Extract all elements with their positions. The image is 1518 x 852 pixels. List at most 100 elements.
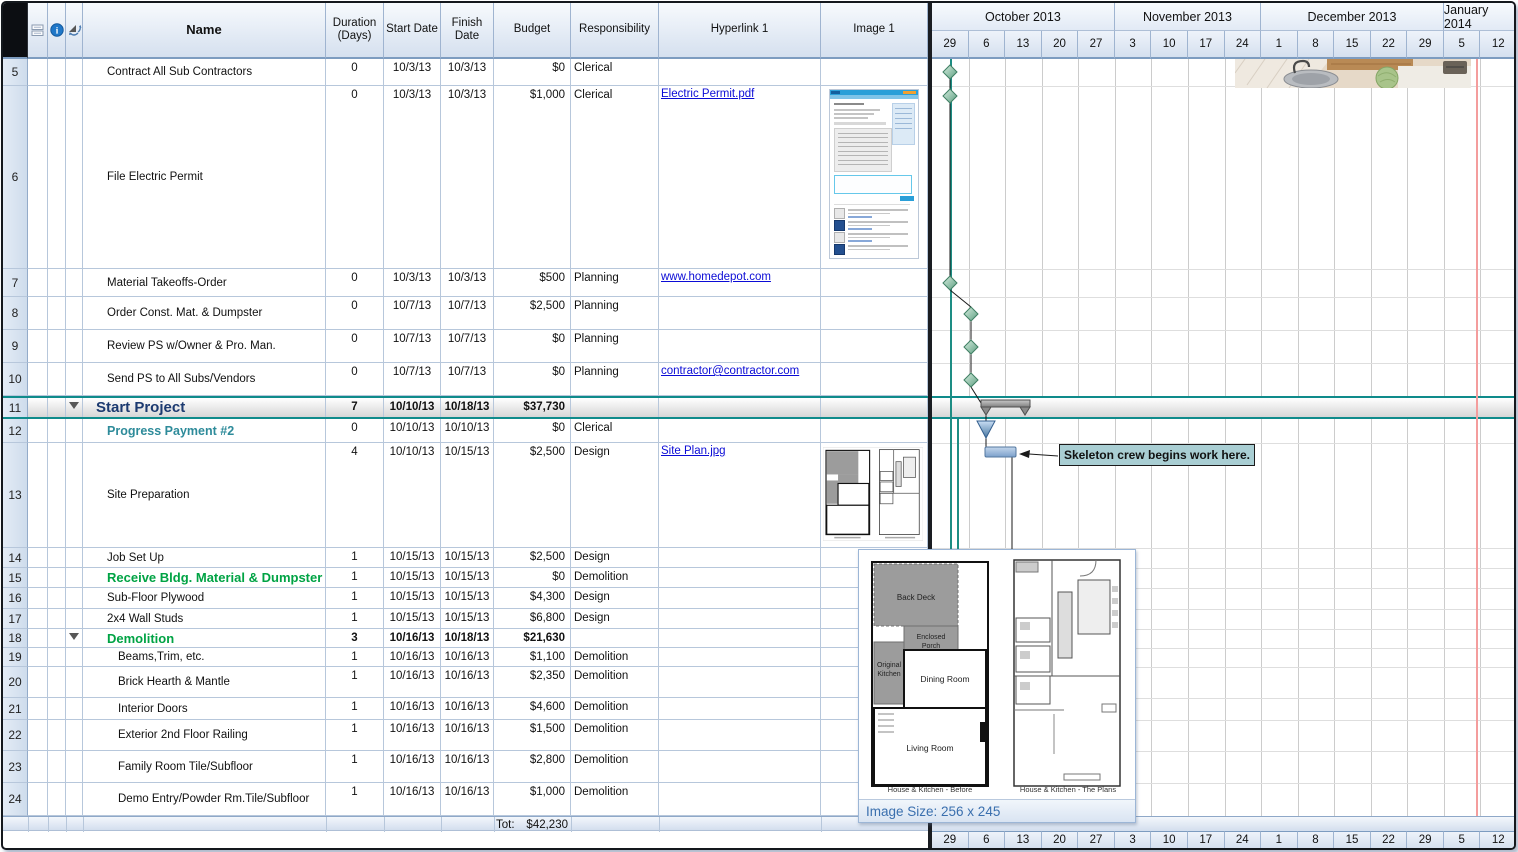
- hyperlink-cell[interactable]: Site Plan.jpg: [659, 443, 821, 548]
- column-header-budget[interactable]: Budget: [494, 3, 571, 59]
- duration-cell[interactable]: 4: [326, 443, 384, 548]
- responsibility-cell[interactable]: Planning: [571, 297, 659, 330]
- row-flag-cell[interactable]: [66, 698, 83, 720]
- responsibility-cell[interactable]: [571, 629, 659, 648]
- start-date-cell[interactable]: 10/15/13: [384, 568, 441, 588]
- milestone-diamonds[interactable]: [942, 64, 979, 388]
- column-header-duration[interactable]: Duration (Days): [326, 3, 384, 59]
- row-number[interactable]: 8: [3, 297, 28, 330]
- budget-cell[interactable]: $4,600: [494, 698, 571, 720]
- finish-date-cell[interactable]: 10/3/13: [441, 269, 494, 297]
- hyperlink-cell[interactable]: [659, 568, 821, 588]
- start-date-cell[interactable]: 10/7/13: [384, 363, 441, 396]
- finish-date-cell[interactable]: 10/15/13: [441, 548, 494, 568]
- collapse-triangle-icon[interactable]: [69, 633, 79, 640]
- hyperlink[interactable]: Electric Permit.pdf: [661, 88, 754, 100]
- duration-cell[interactable]: 1: [326, 751, 384, 783]
- task-name-cell[interactable]: Order Const. Mat. & Dumpster: [83, 297, 326, 330]
- notes-column-header[interactable]: [28, 3, 48, 59]
- milestone-diamond[interactable]: [963, 339, 979, 355]
- row-number[interactable]: 12: [3, 419, 28, 443]
- row-flag-cell[interactable]: [28, 398, 48, 417]
- finish-date-cell[interactable]: 10/16/13: [441, 751, 494, 783]
- hyperlink-cell[interactable]: [659, 720, 821, 751]
- hyperlink-cell[interactable]: [659, 588, 821, 609]
- hyperlink-cell[interactable]: [659, 698, 821, 720]
- finish-date-cell[interactable]: 10/16/13: [441, 648, 494, 667]
- row-flag-cell[interactable]: [66, 330, 83, 363]
- hyperlink-cell[interactable]: www.homedepot.com: [659, 269, 821, 297]
- hyperlink-cell[interactable]: [659, 548, 821, 568]
- finish-date-cell[interactable]: 10/16/13: [441, 720, 494, 751]
- row-flag-cell[interactable]: [66, 398, 83, 417]
- duration-cell[interactable]: 0: [326, 419, 384, 443]
- hyperlink-cell[interactable]: [659, 419, 821, 443]
- row-flag-cell[interactable]: [66, 443, 83, 548]
- row-number[interactable]: 13: [3, 443, 28, 548]
- image-cell[interactable]: [821, 419, 928, 443]
- hyperlink-cell[interactable]: [659, 751, 821, 783]
- row-flag-cell[interactable]: [66, 667, 83, 698]
- hyperlink-cell[interactable]: [659, 648, 821, 667]
- responsibility-cell[interactable]: Clerical: [571, 419, 659, 443]
- duration-cell[interactable]: 1: [326, 548, 384, 568]
- start-date-cell[interactable]: 10/15/13: [384, 588, 441, 609]
- duration-cell[interactable]: 0: [326, 86, 384, 269]
- responsibility-cell[interactable]: Planning: [571, 330, 659, 363]
- responsibility-cell[interactable]: Design: [571, 609, 659, 629]
- finish-date-cell[interactable]: 10/3/13: [441, 86, 494, 269]
- hyperlink[interactable]: Site Plan.jpg: [661, 445, 726, 457]
- row-number[interactable]: 14: [3, 548, 28, 568]
- finish-date-cell[interactable]: 10/16/13: [441, 783, 494, 816]
- milestone-diamond[interactable]: [942, 275, 958, 291]
- start-date-cell[interactable]: 10/16/13: [384, 629, 441, 648]
- row-number[interactable]: 21: [3, 698, 28, 720]
- finish-date-cell[interactable]: 10/15/13: [441, 443, 494, 548]
- duration-cell[interactable]: 3: [326, 629, 384, 648]
- responsibility-cell[interactable]: [571, 398, 659, 417]
- budget-cell[interactable]: $0: [494, 59, 571, 86]
- duration-cell[interactable]: 1: [326, 698, 384, 720]
- budget-cell[interactable]: $2,500: [494, 548, 571, 568]
- duration-cell[interactable]: 1: [326, 667, 384, 698]
- row-flag-cell[interactable]: [48, 568, 66, 588]
- duration-cell[interactable]: 0: [326, 297, 384, 330]
- row-flag-cell[interactable]: [66, 783, 83, 816]
- duration-cell[interactable]: 1: [326, 588, 384, 609]
- responsibility-cell[interactable]: Demolition: [571, 698, 659, 720]
- row-flag-cell[interactable]: [28, 667, 48, 698]
- row-flag-cell[interactable]: [28, 443, 48, 548]
- column-header-responsibility[interactable]: Responsibility: [571, 3, 659, 59]
- finish-date-cell[interactable]: 10/16/13: [441, 667, 494, 698]
- start-date-cell[interactable]: 10/3/13: [384, 59, 441, 86]
- budget-cell[interactable]: $0: [494, 568, 571, 588]
- hyperlink-cell[interactable]: [659, 398, 821, 417]
- milestone-triangle[interactable]: [976, 420, 996, 440]
- row-flag-cell[interactable]: [66, 568, 83, 588]
- row-flag-cell[interactable]: [28, 648, 48, 667]
- permit-document-thumbnail[interactable]: [829, 89, 919, 259]
- row-flag-cell[interactable]: [48, 648, 66, 667]
- start-date-cell[interactable]: 10/3/13: [384, 269, 441, 297]
- row-flag-cell[interactable]: [66, 419, 83, 443]
- row-flag-cell[interactable]: [28, 419, 48, 443]
- budget-cell[interactable]: $1,100: [494, 648, 571, 667]
- budget-cell[interactable]: $500: [494, 269, 571, 297]
- task-name-cell[interactable]: Demolition: [83, 629, 326, 648]
- row-flag-cell[interactable]: [28, 698, 48, 720]
- row-flag-cell[interactable]: [28, 548, 48, 568]
- finish-date-cell[interactable]: 10/18/13: [441, 629, 494, 648]
- finish-date-cell[interactable]: 10/7/13: [441, 297, 494, 330]
- row-flag-cell[interactable]: [48, 667, 66, 698]
- row-flag-cell[interactable]: [66, 59, 83, 86]
- task-name-cell[interactable]: Brick Hearth & Mantle: [83, 667, 326, 698]
- row-flag-cell[interactable]: [48, 720, 66, 751]
- row-number[interactable]: 20: [3, 667, 28, 698]
- responsibility-cell[interactable]: Planning: [571, 269, 659, 297]
- image-cell[interactable]: [821, 443, 928, 548]
- responsibility-cell[interactable]: Demolition: [571, 667, 659, 698]
- row-number[interactable]: 18: [3, 629, 28, 648]
- finish-date-cell[interactable]: 10/10/13: [441, 419, 494, 443]
- duration-cell[interactable]: 0: [326, 59, 384, 86]
- finish-date-cell[interactable]: 10/7/13: [441, 330, 494, 363]
